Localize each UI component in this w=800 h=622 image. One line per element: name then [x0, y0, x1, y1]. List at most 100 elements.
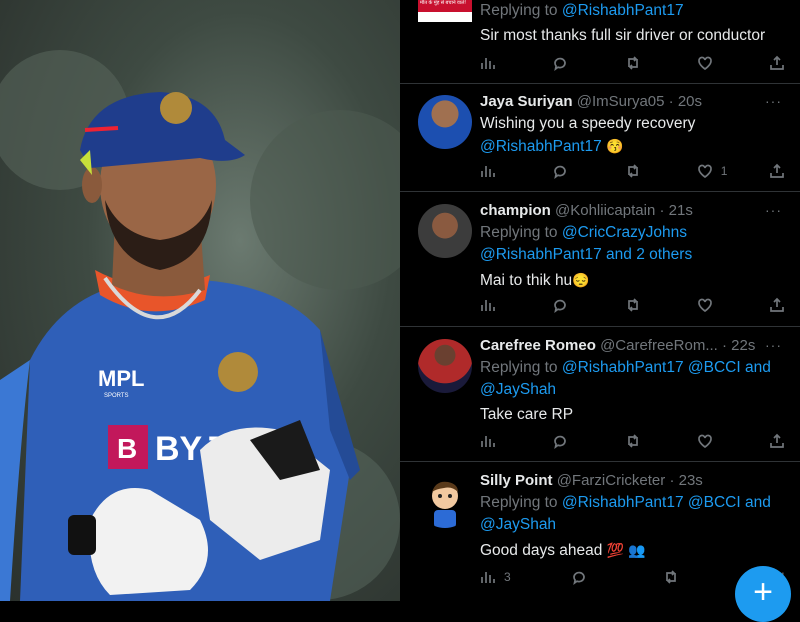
- tweet-text: Wishing you a speedy recovery: [480, 115, 696, 132]
- retweet-icon: [666, 570, 676, 584]
- tweet-1[interactable]: Jaya Suriyan @ImSurya05 · 20s Wishing yo…: [400, 83, 800, 192]
- more-icon[interactable]: ···: [765, 93, 782, 109]
- mention-link[interactable]: @RishabhPant17: [562, 2, 684, 19]
- compose-button[interactable]: +: [735, 566, 791, 622]
- replying-label: Replying to: [480, 494, 558, 511]
- tweet-time: · 22s: [722, 337, 756, 354]
- cartoon-avatar-image: [432, 481, 458, 528]
- views-icon: [481, 300, 495, 311]
- retweet-icon: [627, 56, 638, 70]
- views-button[interactable]: 3: [480, 569, 540, 585]
- mention-link[interactable]: @JayShah: [480, 379, 786, 401]
- share-icon: [770, 55, 784, 70]
- reply-icon: [554, 57, 567, 71]
- reply-icon: [554, 165, 567, 179]
- reply-button[interactable]: [552, 163, 612, 179]
- share-button[interactable]: [769, 55, 785, 71]
- sponsor-mark: B: [117, 433, 137, 464]
- tweet-text: Take care RP: [480, 406, 574, 423]
- player-photo: MPL SPORTS B BYJU'S: [0, 0, 400, 601]
- player-photo-illustration: MPL SPORTS B BYJU'S: [0, 50, 400, 601]
- tweet-2[interactable]: champion @Kohliicaptain · 21s Replying t…: [400, 192, 800, 327]
- reply-feed[interactable]: मौत के मुंह से बचाने वाले! Replying to @…: [400, 0, 800, 601]
- author-handle[interactable]: @Kohliicaptain: [555, 202, 655, 219]
- share-icon: [770, 163, 784, 178]
- tweet-text: Mai to thik hu: [480, 272, 573, 289]
- retweet-button[interactable]: [625, 163, 685, 179]
- views-button[interactable]: [480, 433, 540, 449]
- author-name[interactable]: Carefree Romeo: [480, 337, 596, 354]
- mention-link[interactable]: @CricCrazyJohns: [562, 224, 687, 241]
- author-name[interactable]: Silly Point: [480, 472, 553, 489]
- replying-label: Replying to: [480, 2, 558, 19]
- tweet-emoji: 😚: [606, 138, 624, 154]
- tweet-actions: [480, 430, 785, 452]
- reply-button[interactable]: [571, 569, 631, 585]
- reply-button[interactable]: [552, 433, 612, 449]
- views-button[interactable]: [480, 55, 540, 71]
- author-name[interactable]: Jaya Suriyan: [480, 93, 573, 110]
- author-handle[interactable]: @CarefreeRom...: [600, 337, 718, 354]
- thumbnail-caption: मौत के मुंह से बचाने वाले!: [420, 0, 466, 6]
- views-button[interactable]: [480, 297, 540, 313]
- mention-link[interactable]: @RishabhPant17: [480, 138, 602, 155]
- compose-icon: +: [753, 573, 773, 611]
- retweet-button[interactable]: [625, 433, 685, 449]
- like-button[interactable]: [697, 433, 757, 449]
- tweet-3[interactable]: Carefree Romeo @CarefreeRom... · 22s Rep…: [400, 327, 800, 462]
- views-count: 3: [504, 570, 511, 584]
- share-button[interactable]: [769, 297, 785, 313]
- views-button[interactable]: [480, 163, 540, 179]
- mention-link[interactable]: @RishabhPant17 and 2 others: [480, 244, 786, 266]
- more-icon[interactable]: ···: [765, 202, 782, 218]
- tweet-time: · 23s: [669, 472, 703, 489]
- views-icon: [481, 58, 495, 69]
- avatar[interactable]: [418, 474, 472, 528]
- like-icon: [697, 298, 712, 313]
- jersey-logo-sub: SPORTS: [104, 393, 129, 399]
- share-button[interactable]: [769, 163, 785, 179]
- tweet-actions: [480, 294, 785, 316]
- more-icon[interactable]: ···: [765, 337, 782, 353]
- tweet-0[interactable]: मौत के मुंह से बचाने वाले! Replying to @…: [400, 0, 800, 84]
- retweet-icon: [627, 164, 638, 178]
- like-button[interactable]: 1: [697, 163, 757, 179]
- mention-link[interactable]: @RishabhPant17 @BCCI and: [562, 494, 771, 511]
- tweet-actions: 1: [480, 160, 785, 182]
- like-icon: [697, 56, 712, 71]
- author-handle[interactable]: @ImSurya05: [577, 93, 665, 110]
- tweet-time: · 20s: [668, 93, 703, 110]
- avatar[interactable]: [418, 95, 472, 149]
- reply-button[interactable]: [552, 55, 612, 71]
- tweet-emoji: 💯 👥: [606, 542, 646, 558]
- views-icon: [481, 166, 495, 177]
- retweet-button[interactable]: [625, 297, 685, 313]
- avatar[interactable]: [418, 339, 472, 393]
- avatar[interactable]: [418, 204, 472, 258]
- mention-link[interactable]: @RishabhPant17 @BCCI and: [562, 359, 771, 376]
- retweet-icon: [627, 434, 638, 448]
- tweet-text: Sir most thanks full sir driver or condu…: [480, 27, 766, 44]
- retweet-button[interactable]: [663, 569, 723, 585]
- replying-label: Replying to: [480, 224, 558, 241]
- mention-link[interactable]: @JayShah: [480, 514, 786, 536]
- retweet-icon: [627, 298, 638, 312]
- reply-icon: [554, 299, 567, 313]
- quoted-thumbnail: मौत के मुंह से बचाने वाले!: [418, 0, 472, 22]
- share-button[interactable]: [769, 433, 785, 449]
- like-count: 1: [720, 164, 728, 178]
- views-icon: [481, 572, 495, 583]
- author-name[interactable]: champion: [480, 202, 551, 219]
- tweet-emoji: 😔: [572, 272, 590, 288]
- jersey-logo: MPL: [98, 366, 144, 391]
- reply-icon: [573, 571, 586, 585]
- like-button[interactable]: [697, 55, 757, 71]
- like-icon: [697, 434, 712, 449]
- tweet-time: · 21s: [659, 202, 693, 219]
- like-button[interactable]: [697, 297, 757, 313]
- retweet-button[interactable]: [625, 55, 685, 71]
- like-icon: [697, 164, 712, 179]
- tweet-actions: [480, 52, 785, 74]
- reply-button[interactable]: [552, 297, 612, 313]
- author-handle[interactable]: @FarziCricketer: [557, 472, 666, 489]
